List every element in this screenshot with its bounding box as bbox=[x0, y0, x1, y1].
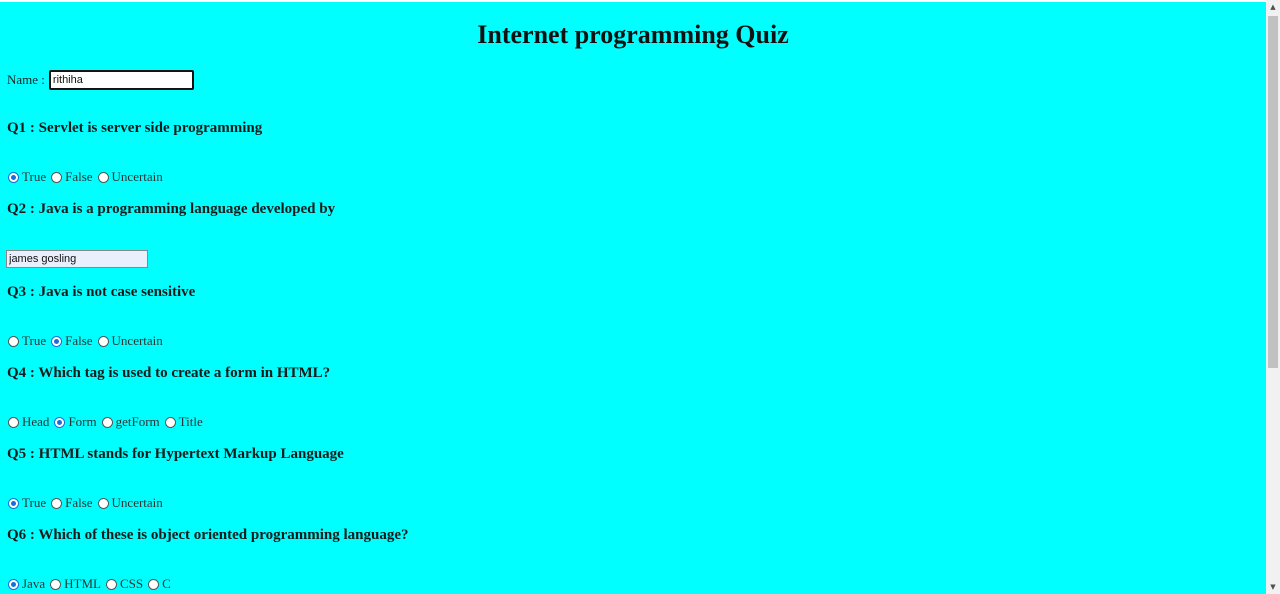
option-label: False bbox=[65, 169, 93, 184]
q6-option-c[interactable]: C bbox=[148, 576, 171, 592]
name-input[interactable] bbox=[48, 70, 194, 90]
option-label: HTML bbox=[64, 576, 101, 591]
question-5-options: True False Uncertain bbox=[8, 495, 168, 511]
q4-option-head[interactable]: Head bbox=[8, 414, 49, 430]
radio-icon[interactable] bbox=[97, 335, 109, 347]
option-label: True bbox=[22, 495, 47, 510]
question-1-label: Q1 : Servlet is server side programming bbox=[7, 120, 263, 136]
q6-option-css[interactable]: CSS bbox=[105, 576, 144, 592]
question-1-options: True False Uncertain bbox=[8, 169, 168, 185]
quiz-page: Internet programming Quiz Name : Q1 : Se… bbox=[0, 2, 1266, 594]
option-label: C bbox=[162, 576, 171, 591]
radio-icon[interactable] bbox=[8, 335, 19, 347]
question-2-answer-input[interactable] bbox=[6, 250, 148, 268]
option-label: True bbox=[22, 169, 47, 184]
question-3-options: True False Uncertain bbox=[8, 333, 168, 349]
radio-icon[interactable] bbox=[8, 497, 19, 509]
option-label: CSS bbox=[119, 576, 144, 591]
q6-option-java[interactable]: Java bbox=[8, 576, 45, 592]
q5-option-false[interactable]: False bbox=[51, 495, 93, 511]
radio-icon[interactable] bbox=[105, 578, 117, 590]
q4-option-title[interactable]: Title bbox=[164, 414, 203, 430]
q4-option-getform[interactable]: getForm bbox=[101, 414, 160, 430]
q5-option-uncertain[interactable]: Uncertain bbox=[97, 495, 163, 511]
q6-option-html[interactable]: HTML bbox=[50, 576, 101, 592]
name-row: Name : bbox=[7, 70, 194, 90]
option-label: True bbox=[22, 333, 47, 348]
option-label: Java bbox=[22, 576, 46, 591]
page-title: Internet programming Quiz bbox=[477, 20, 789, 49]
option-label: Form bbox=[68, 414, 97, 429]
option-label: Title bbox=[178, 414, 203, 429]
q3-option-true[interactable]: True bbox=[8, 333, 46, 349]
question-4-label: Q4 : Which tag is used to create a form … bbox=[7, 365, 331, 381]
question-6-options: Java HTML CSS C bbox=[8, 576, 176, 592]
scroll-down-arrow-icon[interactable]: ▼ bbox=[1266, 580, 1280, 594]
radio-icon[interactable] bbox=[8, 416, 19, 428]
question-5-label: Q5 : HTML stands for Hypertext Markup La… bbox=[7, 446, 344, 462]
q4-option-form[interactable]: Form bbox=[54, 414, 97, 430]
option-label: False bbox=[65, 495, 93, 510]
question-6-label: Q6 : Which of these is object oriented p… bbox=[7, 527, 409, 543]
option-label: Uncertain bbox=[111, 495, 163, 510]
radio-icon[interactable] bbox=[54, 416, 66, 428]
option-label: Uncertain bbox=[111, 333, 163, 348]
option-label: Head bbox=[22, 414, 50, 429]
scrollbar-thumb[interactable] bbox=[1268, 16, 1278, 368]
radio-icon[interactable] bbox=[164, 416, 176, 428]
radio-icon[interactable] bbox=[51, 171, 63, 183]
vertical-scrollbar[interactable]: ▲ ▼ bbox=[1266, 0, 1280, 594]
radio-icon[interactable] bbox=[97, 171, 109, 183]
radio-icon[interactable] bbox=[97, 497, 109, 509]
q1-option-uncertain[interactable]: Uncertain bbox=[97, 169, 163, 185]
question-2-label: Q2 : Java is a programming language deve… bbox=[7, 201, 336, 217]
question-3-label: Q3 : Java is not case sensitive bbox=[7, 284, 196, 300]
scroll-up-arrow-icon[interactable]: ▲ bbox=[1266, 0, 1280, 14]
radio-icon[interactable] bbox=[50, 578, 62, 590]
q5-option-true[interactable]: True bbox=[8, 495, 46, 511]
q3-option-false[interactable]: False bbox=[51, 333, 93, 349]
name-label: Name : bbox=[7, 72, 45, 87]
option-label: Uncertain bbox=[111, 169, 163, 184]
radio-icon[interactable] bbox=[148, 578, 160, 590]
q1-option-true[interactable]: True bbox=[8, 169, 46, 185]
radio-icon[interactable] bbox=[101, 416, 113, 428]
option-label: False bbox=[65, 333, 93, 348]
question-4-options: Head Form getForm Title bbox=[8, 414, 208, 430]
radio-icon[interactable] bbox=[8, 578, 19, 590]
q3-option-uncertain[interactable]: Uncertain bbox=[97, 333, 163, 349]
option-label: getForm bbox=[115, 414, 160, 429]
radio-icon[interactable] bbox=[51, 497, 63, 509]
radio-icon[interactable] bbox=[51, 335, 63, 347]
radio-icon[interactable] bbox=[8, 171, 19, 183]
q1-option-false[interactable]: False bbox=[51, 169, 93, 185]
